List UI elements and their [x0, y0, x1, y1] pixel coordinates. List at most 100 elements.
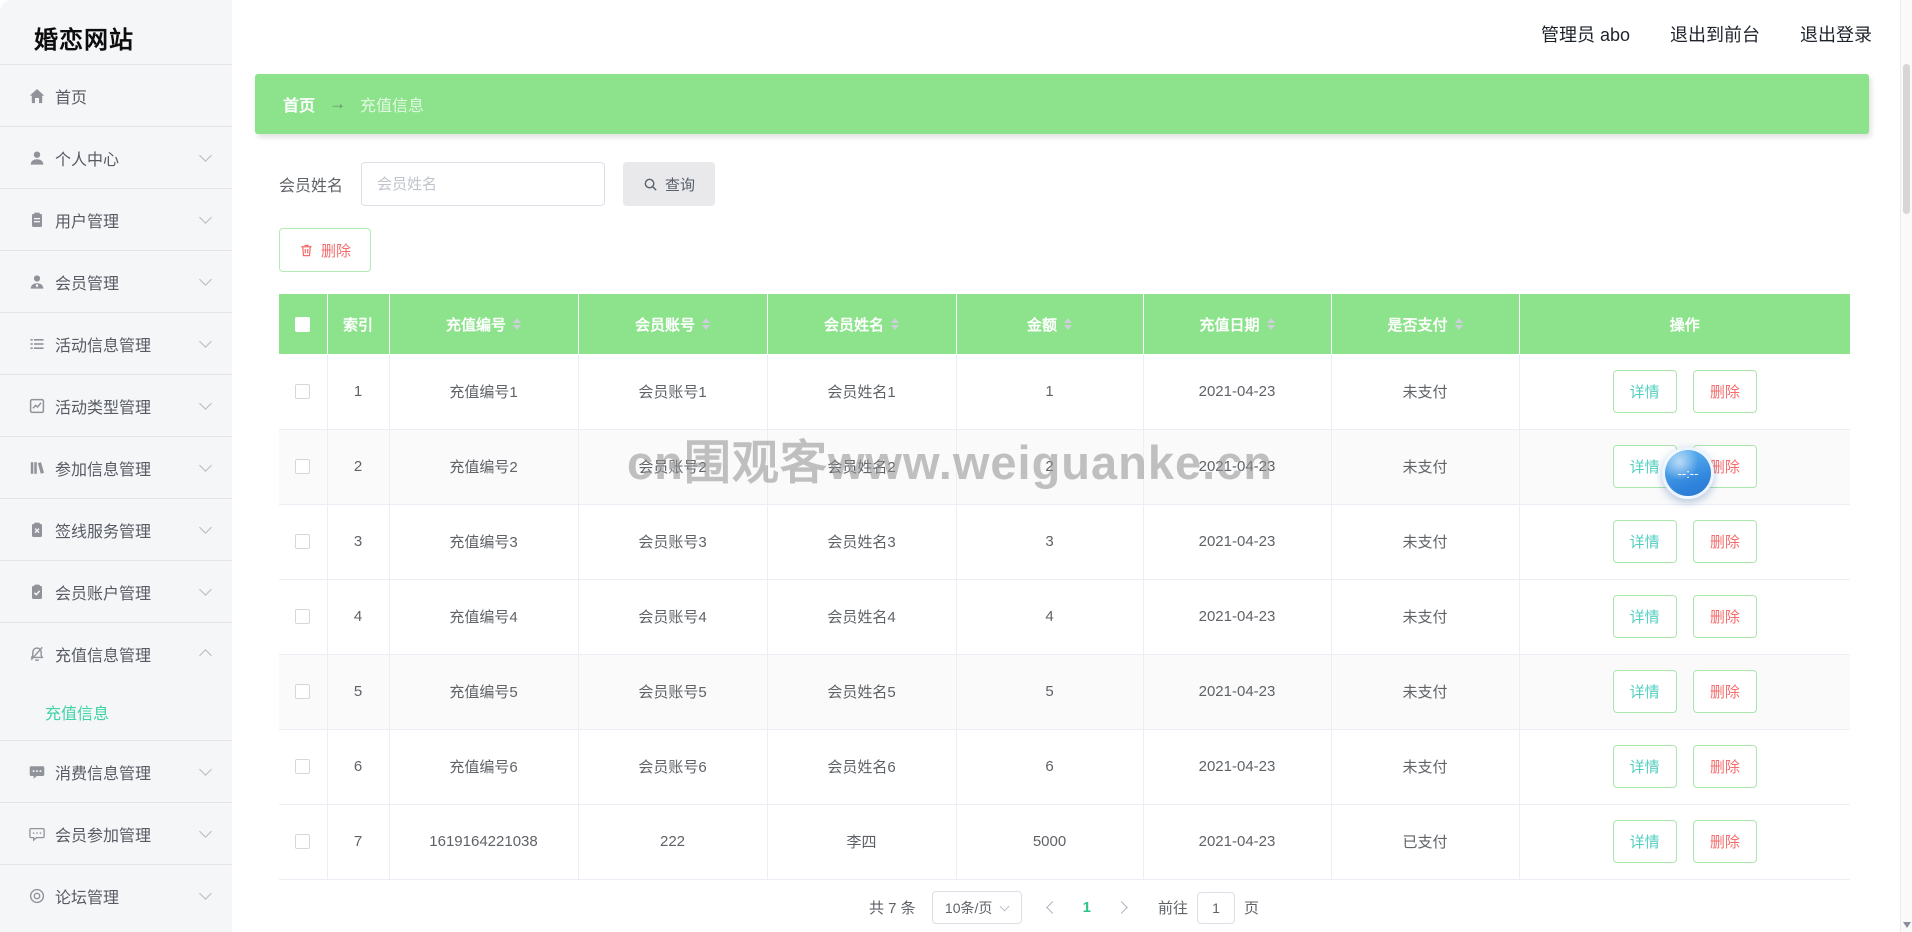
- cell-account: 会员账号2: [578, 429, 768, 505]
- sort-carets-icon[interactable]: [891, 318, 899, 330]
- cell-name: 会员姓名1: [767, 354, 957, 430]
- cell-index: 1: [327, 354, 390, 430]
- clipboard-icon: [28, 211, 46, 229]
- detail-button[interactable]: 详情: [1612, 745, 1677, 788]
- cell-checkbox: [279, 804, 328, 880]
- cell-account: 会员账号1: [578, 354, 768, 430]
- row-delete-button[interactable]: 删除: [1692, 820, 1757, 863]
- row-checkbox[interactable]: [295, 459, 311, 474]
- next-page-button[interactable]: [1107, 897, 1136, 918]
- column-header[interactable]: 会员姓名: [767, 294, 957, 354]
- sidebar-item-label: 会员账户管理: [55, 585, 152, 603]
- cell-amount: 2: [956, 429, 1144, 505]
- chevron-down-icon: [999, 901, 1010, 911]
- column-header[interactable]: 索引: [327, 294, 390, 354]
- sort-carets-icon[interactable]: [1266, 318, 1275, 330]
- cell-index: 6: [327, 729, 390, 805]
- member-name-input[interactable]: [361, 162, 606, 206]
- scroll-down-arrow-icon[interactable]: [1903, 922, 1911, 928]
- prev-page-button[interactable]: [1038, 897, 1067, 918]
- sidebar-item-label: 活动类型管理: [55, 399, 152, 417]
- sidebar-item[interactable]: 参加信息管理: [0, 436, 232, 498]
- sidebar-item-label: 消费信息管理: [55, 765, 152, 783]
- row-delete-button[interactable]: 删除: [1692, 369, 1757, 413]
- row-checkbox[interactable]: [295, 534, 311, 549]
- cell-amount: 1: [956, 354, 1144, 430]
- sidebar-item[interactable]: 消费信息管理: [0, 740, 232, 802]
- back-to-front-link[interactable]: 退出到前台: [1670, 21, 1760, 47]
- bulk-delete-button[interactable]: 删除: [279, 228, 372, 272]
- sidebar-item[interactable]: 用户管理: [0, 188, 232, 250]
- column-header[interactable]: 会员账号: [578, 294, 768, 354]
- cell-account: 222: [578, 804, 768, 880]
- cell-recharge-no: 充值编号2: [389, 429, 579, 505]
- sidebar-menu: 首页 个人中心 用户管理 会员管理 活动信息管理 活动类型管理 参加信息管理 签…: [0, 64, 232, 926]
- sidebar-item[interactable]: 充值信息: [0, 684, 232, 740]
- scrollbar-track[interactable]: [1900, 0, 1912, 932]
- scrollbar-thumb[interactable]: [1903, 64, 1910, 214]
- column-header[interactable]: 充值编号: [389, 294, 579, 354]
- goto-label: 前往: [1158, 900, 1189, 917]
- cell-name: 会员姓名6: [767, 729, 957, 805]
- sidebar-item[interactable]: 会员参加管理: [0, 802, 232, 864]
- row-delete-button[interactable]: 删除: [1692, 595, 1757, 638]
- home-icon: [28, 87, 46, 105]
- sidebar-item[interactable]: 会员账户管理: [0, 560, 232, 622]
- sidebar-item-label: 活动信息管理: [55, 337, 152, 355]
- cell-account: 会员账号5: [578, 654, 768, 730]
- detail-button[interactable]: 详情: [1612, 369, 1677, 413]
- detail-button[interactable]: 详情: [1612, 595, 1677, 638]
- sidebar-item[interactable]: 论坛管理: [0, 864, 232, 926]
- select-all-checkbox[interactable]: [295, 316, 311, 332]
- cell-index: 5: [327, 654, 390, 730]
- sidebar-item[interactable]: 签线服务管理: [0, 498, 232, 560]
- sort-carets-icon[interactable]: [702, 318, 710, 330]
- breadcrumb-home-link[interactable]: 首页: [283, 92, 315, 116]
- current-page-number[interactable]: 1: [1083, 899, 1091, 916]
- logout-link[interactable]: 退出登录: [1800, 21, 1872, 47]
- page-size-select[interactable]: 10条/页: [931, 891, 1022, 924]
- row-checkbox[interactable]: [295, 759, 311, 774]
- select-all-header: [279, 294, 328, 354]
- books-icon: [28, 459, 46, 477]
- cell-paid-status: 未支付: [1331, 579, 1520, 655]
- row-delete-button[interactable]: 删除: [1692, 745, 1757, 788]
- detail-button[interactable]: 详情: [1612, 520, 1677, 563]
- floating-timer-badge[interactable]: --:--: [1662, 447, 1714, 499]
- cell-name: 李四: [767, 804, 957, 880]
- sidebar-item[interactable]: 活动信息管理: [0, 312, 232, 374]
- breadcrumb: 首页 → 充值信息: [255, 74, 1869, 134]
- cell-actions: 详情 删除: [1519, 729, 1850, 805]
- sort-carets-icon[interactable]: [513, 318, 521, 330]
- sidebar-item[interactable]: 会员管理: [0, 250, 232, 312]
- goto-page-input[interactable]: [1197, 891, 1236, 924]
- column-header[interactable]: 操作: [1519, 294, 1850, 354]
- row-checkbox[interactable]: [295, 684, 311, 699]
- query-button[interactable]: 查询: [623, 162, 716, 206]
- cell-amount: 6: [956, 729, 1144, 805]
- row-checkbox[interactable]: [295, 834, 311, 849]
- search-field-label: 会员姓名: [279, 178, 344, 195]
- cell-checkbox: [279, 654, 328, 730]
- sort-carets-icon[interactable]: [1064, 318, 1072, 330]
- sidebar-item[interactable]: 首页: [0, 64, 232, 126]
- column-header[interactable]: 是否支付: [1331, 294, 1520, 354]
- sort-carets-icon[interactable]: [1454, 318, 1463, 330]
- chevron-down-icon: [199, 763, 212, 776]
- sidebar-item[interactable]: 充值信息管理: [0, 622, 232, 684]
- sidebar-item[interactable]: 活动类型管理: [0, 374, 232, 436]
- column-header[interactable]: 充值日期: [1143, 294, 1332, 354]
- detail-button[interactable]: 详情: [1612, 820, 1677, 863]
- cell-paid-status: 未支付: [1331, 729, 1520, 805]
- row-delete-button[interactable]: 删除: [1692, 520, 1757, 563]
- cell-recharge-no: 1619164221038: [389, 804, 579, 880]
- column-header[interactable]: 金额: [956, 294, 1144, 354]
- total-count: 共 7 条: [868, 900, 916, 917]
- sidebar-item[interactable]: 个人中心: [0, 126, 232, 188]
- row-delete-button[interactable]: 删除: [1692, 670, 1757, 713]
- pagination: 共 7 条 10条/页 1 前往 页: [279, 890, 1849, 926]
- admin-user-label[interactable]: 管理员 abo: [1541, 21, 1630, 47]
- row-checkbox[interactable]: [295, 383, 311, 399]
- row-checkbox[interactable]: [295, 609, 311, 624]
- detail-button[interactable]: 详情: [1612, 670, 1677, 713]
